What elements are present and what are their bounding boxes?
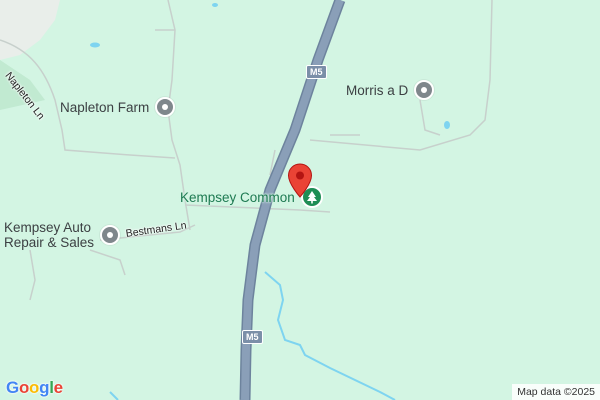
map-canvas[interactable]: M5 M5 Napleton Ln Bestmans Ln Napleton F… <box>0 0 600 400</box>
m5-shield-bottom: M5 <box>242 330 263 344</box>
map-attribution[interactable]: Map data ©2025 <box>512 384 600 400</box>
gray-pin-icon <box>100 225 121 245</box>
poi-label-line1: Kempsey Auto <box>4 220 92 235</box>
google-logo: Google <box>6 378 63 398</box>
gray-pin-icon <box>155 97 176 117</box>
logo-letter: o <box>18 378 30 397</box>
poi-label-line2: Repair & Sales <box>4 235 95 250</box>
urban-area <box>0 0 60 60</box>
poi-label: Kempsey Common <box>180 189 295 205</box>
poi-label: Kempsey Auto Repair & Sales <box>4 220 94 250</box>
poi-napleton-farm[interactable]: Napleton Farm <box>60 97 176 117</box>
logo-letter: e <box>53 378 63 397</box>
red-location-marker-icon[interactable] <box>287 163 313 199</box>
poi-morris[interactable]: Morris a D <box>346 80 435 100</box>
poi-label: Napleton Farm <box>60 99 150 115</box>
logo-letter: g <box>39 378 50 397</box>
poi-label: Morris a D <box>346 82 409 98</box>
gray-pin-icon <box>414 80 435 100</box>
poi-kempsey-auto[interactable]: Kempsey Auto Repair & Sales <box>4 220 121 250</box>
logo-letter: G <box>6 378 19 397</box>
logo-letter: o <box>29 378 40 397</box>
m5-shield-top: M5 <box>306 65 327 79</box>
minor-roads <box>0 0 493 301</box>
